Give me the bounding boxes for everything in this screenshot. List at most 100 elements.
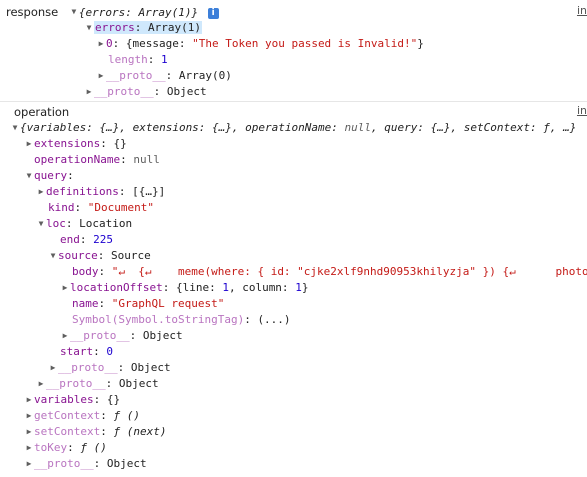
response-proto-expand-toggle[interactable]: ▶: [84, 84, 94, 100]
operation-name-value: null: [133, 153, 160, 166]
query-expand-toggle[interactable]: ▼: [24, 168, 34, 184]
operation-proto-key: __proto__: [34, 457, 94, 470]
response-label: response: [6, 5, 59, 19]
kind-row: kind: "Document": [48, 201, 154, 214]
operation-summary-part3: , …}: [549, 121, 577, 134]
extensions-key: extensions: [34, 137, 101, 150]
operation-name-row: operationName: null: [34, 153, 160, 166]
errors-proto-value: Array(0): [178, 69, 232, 82]
query-proto-row[interactable]: ▶ __proto__: Object: [36, 376, 159, 392]
operation-proto-row[interactable]: ▶ __proto__: Object: [24, 456, 147, 472]
end-key: end: [60, 233, 80, 246]
error-item-row[interactable]: ▶ 0: {message: "The Token you passed is I…: [96, 36, 424, 52]
operation-summary-null: null: [344, 121, 372, 134]
location-offset-key: locationOffset: [70, 281, 163, 294]
symbol-key: Symbol(Symbol.toStringTag): [72, 313, 245, 326]
name-value: "GraphQL request": [111, 297, 225, 310]
location-offset-column: 1: [295, 281, 302, 294]
loc-key: loc: [46, 217, 66, 230]
operation-summary-part2: , query: {…}, setContext:: [371, 121, 544, 134]
variables-key: variables: [34, 393, 94, 406]
definitions-value: [{…}]: [132, 185, 166, 198]
extensions-row[interactable]: ▶ extensions: {}: [24, 136, 127, 152]
kind-value: "Document": [87, 201, 154, 214]
start-value: 0: [106, 345, 113, 358]
end-row: end: 225: [60, 233, 113, 246]
body-key: body: [72, 265, 99, 278]
name-row: name: "GraphQL request": [72, 297, 225, 310]
get-context-expand-toggle[interactable]: ▶: [24, 408, 34, 424]
operation-source-link[interactable]: in: [577, 104, 587, 117]
extensions-value: {}: [113, 137, 127, 150]
set-context-expand-toggle[interactable]: ▶: [24, 424, 34, 440]
name-key: name: [72, 297, 99, 310]
source-value: Source: [111, 249, 151, 262]
source-row[interactable]: ▼ source: Source: [48, 248, 151, 264]
response-expand-toggle[interactable]: ▼: [69, 4, 79, 20]
set-context-args: (next): [126, 425, 167, 438]
start-key: start: [60, 345, 94, 358]
definitions-expand-toggle[interactable]: ▶: [36, 184, 46, 200]
get-context-row[interactable]: ▶ getContext: ƒ (): [24, 408, 140, 424]
location-offset-expand-toggle[interactable]: ▶: [60, 280, 70, 296]
start-row: start: 0: [60, 345, 113, 358]
source-expand-toggle[interactable]: ▼: [48, 248, 58, 264]
operation-label: operation: [14, 105, 70, 119]
errors-row[interactable]: ▼ errors: Array(1): [84, 20, 202, 36]
loc-proto-row[interactable]: ▶ __proto__: Object: [48, 360, 171, 376]
errors-proto-key: __proto__: [106, 69, 166, 82]
error-item-prefix: {message:: [125, 37, 193, 50]
errors-value: Array(1): [148, 21, 201, 34]
loc-row[interactable]: ▼ loc: Location: [36, 216, 133, 232]
kind-key: kind: [48, 201, 75, 214]
loc-value: Location: [79, 217, 133, 230]
operation-expand-toggle[interactable]: ▼: [10, 120, 20, 136]
to-key-expand-toggle[interactable]: ▶: [24, 440, 34, 456]
length-row: length: 1: [108, 53, 168, 66]
location-offset-pre: {line:: [175, 281, 223, 294]
response-summary: {errors: Array(1)}: [78, 6, 199, 19]
set-context-row[interactable]: ▶ setContext: ƒ (next): [24, 424, 167, 440]
query-key: query: [34, 169, 68, 182]
to-key-row[interactable]: ▶ toKey: ƒ (): [24, 440, 107, 456]
response-proto-key: __proto__: [94, 85, 154, 98]
operation-summary-row[interactable]: ▼ {variables: {…}, extensions: {…}, opera…: [10, 120, 577, 136]
definitions-row[interactable]: ▶ definitions: [{…}]: [36, 184, 166, 200]
variables-expand-toggle[interactable]: ▶: [24, 392, 34, 408]
extensions-expand-toggle[interactable]: ▶: [24, 136, 34, 152]
location-offset-row[interactable]: ▶ locationOffset: {line: 1, column: 1}: [60, 280, 309, 296]
error-item-key: 0: [106, 37, 113, 50]
operation-name-key: operationName: [34, 153, 121, 166]
symbol-value[interactable]: (...): [257, 313, 290, 326]
query-proto-expand-toggle[interactable]: ▶: [36, 376, 46, 392]
symbol-row[interactable]: Symbol(Symbol.toStringTag): (...): [72, 312, 291, 328]
to-key-f: ƒ: [80, 441, 87, 454]
operation-label-row: operation: [14, 104, 69, 120]
operation-proto-expand-toggle[interactable]: ▶: [24, 456, 34, 472]
source-proto-expand-toggle[interactable]: ▶: [60, 328, 70, 344]
location-offset-mid: , column:: [228, 281, 296, 294]
errors-proto-expand-toggle[interactable]: ▶: [96, 68, 106, 84]
loc-expand-toggle[interactable]: ▼: [36, 216, 46, 232]
error-item-expand-toggle[interactable]: ▶: [96, 36, 106, 52]
console-divider: [0, 101, 587, 102]
query-proto-key: __proto__: [46, 377, 106, 390]
error-item-suffix: }: [417, 37, 424, 50]
info-icon[interactable]: i: [207, 7, 219, 19]
source-proto-row[interactable]: ▶ __proto__: Object: [60, 328, 183, 344]
response-proto-row[interactable]: ▶ __proto__: Object: [84, 84, 207, 100]
get-context-key: getContext: [34, 409, 101, 422]
errors-expand-toggle[interactable]: ▼: [84, 20, 94, 36]
length-value: 1: [161, 53, 168, 66]
errors-proto-row[interactable]: ▶ __proto__: Array(0): [96, 68, 232, 84]
length-key: length: [108, 53, 148, 66]
variables-row[interactable]: ▶ variables: {}: [24, 392, 121, 408]
response-entry: response ▼ {errors: Array(1)} i: [6, 4, 219, 20]
operation-proto-value: Object: [106, 457, 147, 470]
loc-proto-expand-toggle[interactable]: ▶: [48, 360, 58, 376]
location-offset-line: 1: [222, 281, 229, 294]
errors-key: errors: [95, 21, 135, 34]
query-row[interactable]: ▼ query:: [24, 168, 74, 184]
source-link[interactable]: in: [577, 4, 587, 17]
source-proto-key: __proto__: [70, 329, 130, 342]
